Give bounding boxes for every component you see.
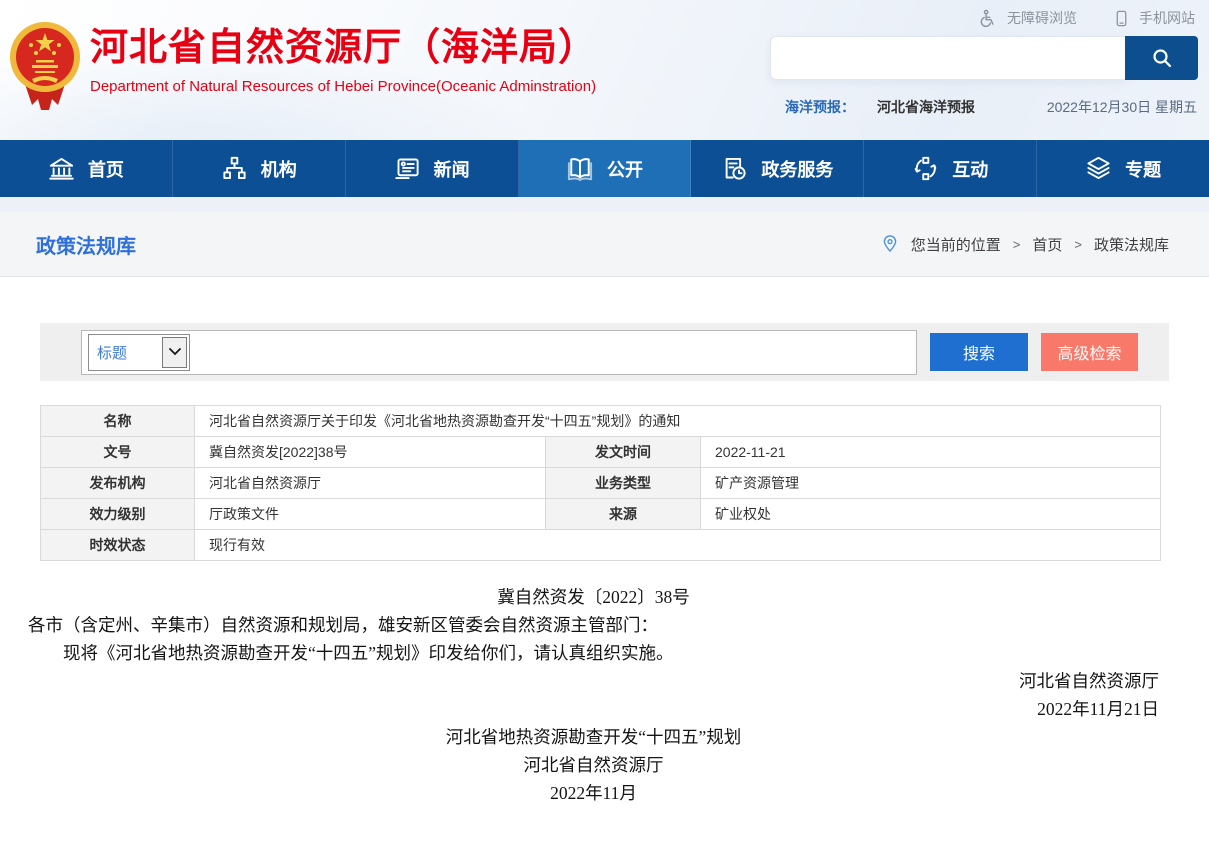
meta-value-issue-date: 2022-11-21 — [701, 437, 1161, 468]
meta-label-issuer: 发布机构 — [41, 468, 195, 499]
wheelchair-icon — [979, 9, 998, 28]
home-icon — [48, 155, 75, 182]
header-search — [770, 36, 1198, 80]
meta-label-status: 时效状态 — [41, 530, 195, 561]
divider — [0, 197, 1209, 212]
meta-value-docnum: 冀自然资发[2022]38号 — [195, 437, 546, 468]
attachment-title: 河北省地热资源勘查开发“十四五”规划 — [28, 723, 1159, 751]
nav-item-topics[interactable]: 专题 — [1037, 140, 1209, 197]
breadcrumb-item-current[interactable]: 政策法规库 — [1094, 234, 1169, 255]
breadcrumb-separator: > — [1013, 237, 1021, 252]
search-field-row: 标题 — [81, 330, 917, 375]
mobile-site-label: 手机网站 — [1139, 8, 1195, 28]
meta-label-source: 来源 — [546, 499, 701, 530]
breadcrumb-separator: > — [1074, 237, 1082, 252]
document-meta-table: 名称 河北省自然资源厅关于印发《河北省地热资源勘查开发“十四五”规划》的通知 文… — [40, 405, 1161, 561]
mobile-site-link[interactable]: 手机网站 — [1113, 8, 1195, 28]
nav-item-org[interactable]: 机构 — [173, 140, 346, 197]
meta-label-level: 效力级别 — [41, 499, 195, 530]
chevron-down-icon[interactable] — [162, 337, 187, 368]
forecast-link[interactable]: 河北省海洋预报 — [877, 97, 975, 117]
meta-label-name: 名称 — [41, 406, 195, 437]
table-row: 效力级别 厅政策文件 来源 矿业权处 — [41, 499, 1161, 530]
nav-label: 机构 — [261, 156, 297, 182]
interact-icon — [912, 155, 939, 182]
meta-value-name: 河北省自然资源厅关于印发《河北省地热资源勘查开发“十四五”规划》的通知 — [195, 406, 1161, 437]
breadcrumb-item-home[interactable]: 首页 — [1032, 234, 1062, 255]
meta-label-docnum: 文号 — [41, 437, 195, 468]
meta-value-category: 矿产资源管理 — [701, 468, 1161, 499]
doc-sign-date: 2022年11月21日 — [28, 695, 1159, 723]
site-title: 河北省自然资源厅（海洋局） — [90, 26, 597, 70]
location-pin-icon — [881, 234, 899, 254]
nav-item-interaction[interactable]: 互动 — [864, 140, 1037, 197]
doc-signature: 河北省自然资源厅 — [28, 667, 1159, 695]
search-form: 标题 搜索 高级检索 — [40, 323, 1169, 381]
nav-label: 专题 — [1125, 156, 1161, 182]
nav-item-disclosure[interactable]: 公开 — [519, 140, 692, 197]
nav-item-home[interactable]: 首页 — [0, 140, 173, 197]
open-book-icon — [566, 155, 594, 183]
accessibility-link[interactable]: 无障碍浏览 — [979, 8, 1077, 28]
mobile-phone-icon — [1113, 9, 1130, 28]
field-select-value: 标题 — [89, 342, 162, 363]
advanced-search-button[interactable]: 高级检索 — [1041, 333, 1138, 371]
doc-number-line: 冀自然资发〔2022〕38号 — [28, 583, 1159, 611]
table-row: 文号 冀自然资发[2022]38号 发文时间 2022-11-21 — [41, 437, 1161, 468]
doc-body-paragraph: 现将《河北省地热资源勘查开发“十四五”规划》印发给你们，请认真组织实施。 — [28, 639, 1159, 667]
table-row: 发布机构 河北省自然资源厅 业务类型 矿产资源管理 — [41, 468, 1161, 499]
location-label: 您当前的位置 — [911, 234, 1001, 255]
search-button[interactable]: 搜索 — [930, 333, 1028, 371]
meta-label-category: 业务类型 — [546, 468, 701, 499]
site-header: 河北省自然资源厅（海洋局） Department of Natural Reso… — [0, 0, 1209, 140]
current-date: 2022年12月30日 星期五 — [1047, 97, 1197, 117]
breadcrumb-band: 政策法规库 您当前的位置 > 首页 > 政策法规库 — [0, 212, 1209, 277]
meta-value-status: 现行有效 — [195, 530, 1161, 561]
search-icon — [1150, 46, 1174, 70]
header-search-input[interactable] — [770, 36, 1125, 80]
table-row: 时效状态 现行有效 — [41, 530, 1161, 561]
topics-icon — [1085, 155, 1112, 182]
field-select[interactable]: 标题 — [88, 334, 190, 371]
main-nav: 首页 机构 新闻 公开 政务服 — [0, 140, 1209, 197]
meta-value-issuer: 河北省自然资源厅 — [195, 468, 546, 499]
forecast-label: 海洋预报： — [785, 97, 855, 117]
org-icon — [221, 155, 248, 182]
breadcrumb: 您当前的位置 > 首页 > 政策法规库 — [881, 234, 1169, 255]
doc-salutation: 各市（含定州、辛集市）自然资源和规划局，雄安新区管委会自然资源主管部门： — [28, 611, 1159, 639]
table-row: 名称 河北省自然资源厅关于印发《河北省地热资源勘查开发“十四五”规划》的通知 — [41, 406, 1161, 437]
nav-label: 新闻 — [434, 156, 470, 182]
nav-label: 公开 — [607, 156, 643, 182]
nav-item-news[interactable]: 新闻 — [346, 140, 519, 197]
header-search-button[interactable] — [1125, 36, 1198, 80]
attachment-date: 2022年11月 — [28, 779, 1159, 807]
meta-value-level: 厅政策文件 — [195, 499, 546, 530]
document-content: 冀自然资发〔2022〕38号 各市（含定州、辛集市）自然资源和规划局，雄安新区管… — [0, 561, 1209, 847]
news-icon — [394, 155, 421, 182]
meta-label-issue-date: 发文时间 — [546, 437, 701, 468]
meta-value-source: 矿业权处 — [701, 499, 1161, 530]
nav-item-services[interactable]: 政务服务 — [691, 140, 864, 197]
site-subtitle: Department of Natural Resources of Hebei… — [90, 78, 597, 95]
page-title: 政策法规库 — [36, 230, 136, 259]
keyword-input[interactable] — [190, 334, 913, 371]
attachment-author: 河北省自然资源厅 — [28, 751, 1159, 779]
national-emblem-logo[interactable] — [8, 13, 82, 117]
nav-label: 首页 — [88, 156, 124, 182]
nav-label: 互动 — [952, 156, 988, 182]
nav-label: 政务服务 — [761, 156, 833, 182]
services-icon — [721, 155, 748, 182]
accessibility-label: 无障碍浏览 — [1007, 8, 1077, 28]
